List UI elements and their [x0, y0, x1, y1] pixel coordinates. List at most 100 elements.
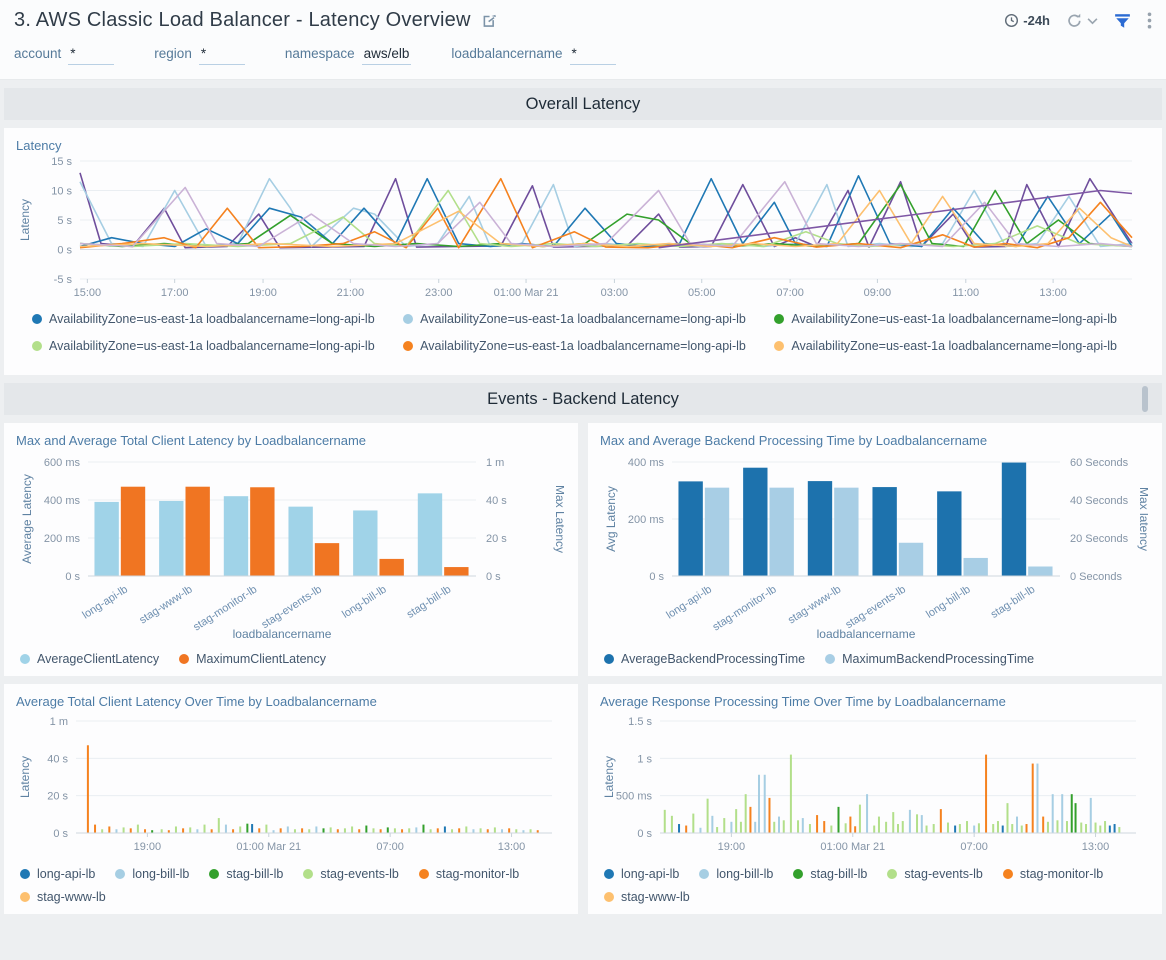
- legend-item[interactable]: long-api-lb: [604, 867, 679, 881]
- svg-text:20 s: 20 s: [47, 791, 68, 803]
- legend-dot: [403, 314, 413, 324]
- svg-text:01:00 Mar 21: 01:00 Mar 21: [236, 841, 301, 853]
- legend-dot: [699, 869, 709, 879]
- svg-text:long-bill-lb: long-bill-lb: [340, 583, 389, 620]
- overall-latency-chart[interactable]: 15 s10 s5 s0 s-5 sLatency15:0017:0019:00…: [16, 155, 1150, 305]
- svg-text:0 s: 0 s: [649, 571, 664, 583]
- legend-item[interactable]: long-api-lb: [20, 867, 95, 881]
- svg-text:40 Seconds: 40 Seconds: [1070, 495, 1129, 507]
- dashboard-header: 3. AWS Classic Load Balancer - Latency O…: [0, 0, 1166, 36]
- legend-item[interactable]: AvailabilityZone=us-east-1a loadbalancer…: [403, 336, 774, 356]
- legend-dot: [604, 654, 614, 664]
- filter-account[interactable]: account *: [14, 46, 114, 65]
- legend-label: AvailabilityZone=us-east-1a loadbalancer…: [49, 312, 375, 326]
- legend-label: AvailabilityZone=us-east-1a loadbalancer…: [791, 339, 1117, 353]
- legend-item[interactable]: long-bill-lb: [115, 867, 189, 881]
- filter-value-input[interactable]: *: [68, 46, 114, 65]
- filter-region[interactable]: region *: [154, 46, 245, 65]
- svg-text:19:00: 19:00: [718, 841, 746, 853]
- refresh-button[interactable]: [1066, 12, 1098, 29]
- filter-icon[interactable]: [1114, 13, 1131, 29]
- panel-title: Average Response Processing Time Over Ti…: [600, 694, 1150, 709]
- svg-text:19:00: 19:00: [249, 287, 277, 299]
- legend-dot: [115, 869, 125, 879]
- response-processing-time-chart[interactable]: 0 s500 ms1 s1.5 sLatency19:0001:00 Mar 2…: [600, 711, 1150, 861]
- legend-label: long-bill-lb: [132, 867, 189, 881]
- legend-item[interactable]: stag-bill-lb: [793, 867, 867, 881]
- legend-label: AvailabilityZone=us-east-1a loadbalancer…: [420, 312, 746, 326]
- svg-text:20 Seconds: 20 Seconds: [1070, 533, 1129, 545]
- legend-label: stag-monitor-lb: [1020, 867, 1103, 881]
- legend-item[interactable]: stag-monitor-lb: [1003, 867, 1103, 881]
- legend-item[interactable]: stag-monitor-lb: [419, 867, 519, 881]
- svg-text:0 s: 0 s: [53, 828, 68, 840]
- svg-text:03:00: 03:00: [601, 287, 629, 299]
- legend-item[interactable]: stag-bill-lb: [209, 867, 283, 881]
- legend-dot: [32, 314, 42, 324]
- svg-text:15 s: 15 s: [51, 156, 72, 168]
- svg-text:200 ms: 200 ms: [44, 533, 81, 545]
- time-range-button[interactable]: -24h: [1004, 13, 1050, 28]
- filter-value-input[interactable]: *: [199, 46, 245, 65]
- legend-item[interactable]: AvailabilityZone=us-east-1a loadbalancer…: [32, 363, 403, 365]
- legend-dot: [20, 892, 30, 902]
- panel-title: Latency: [16, 138, 1150, 153]
- filter-value-input[interactable]: aws/elb: [362, 46, 412, 65]
- section-header-events-backend-latency: Events - Backend Latency: [4, 383, 1162, 415]
- svg-text:long-bill-lb: long-bill-lb: [924, 583, 973, 620]
- client-latency-bar-chart[interactable]: 0 s200 ms400 ms600 ms0 s20 s40 s1 mAvera…: [16, 450, 566, 646]
- time-range-value: -24h: [1023, 13, 1050, 28]
- legend-item[interactable]: stag-www-lb: [604, 890, 690, 904]
- legend-item[interactable]: long-bill-lb: [699, 867, 773, 881]
- legend-item[interactable]: MaximumClientLatency: [179, 652, 326, 666]
- legend-item[interactable]: AvailabilityZone=us-east-1a loadbalancer…: [32, 309, 403, 329]
- share-icon[interactable]: [481, 12, 499, 30]
- legend-item[interactable]: stag-events-lb: [303, 867, 399, 881]
- svg-text:400 ms: 400 ms: [44, 495, 81, 507]
- legend-item[interactable]: AvailabilityZone=us-east-1a loadbalancer…: [774, 336, 1145, 356]
- backend-processing-bar-chart[interactable]: 0 s200 ms400 ms0 Seconds20 Seconds40 Sec…: [600, 450, 1150, 646]
- svg-text:11:00: 11:00: [952, 287, 979, 299]
- panel-client-latency-over-time: Average Total Client Latency Over Time b…: [4, 684, 578, 914]
- legend-item[interactable]: stag-www-lb: [20, 890, 106, 904]
- svg-text:stag-bill-lb: stag-bill-lb: [989, 583, 1038, 620]
- legend-item[interactable]: AverageBackendProcessingTime: [604, 652, 805, 666]
- filter-value-input[interactable]: *: [570, 46, 616, 65]
- legend-dot: [303, 869, 313, 879]
- svg-text:21:00: 21:00: [337, 287, 365, 299]
- legend-item[interactable]: AverageClientLatency: [20, 652, 159, 666]
- filter-label: region: [154, 46, 192, 61]
- page-title: 3. AWS Classic Load Balancer - Latency O…: [14, 9, 471, 32]
- legend-item[interactable]: stag-events-lb: [887, 867, 983, 881]
- legend-label: stag-monitor-lb: [436, 867, 519, 881]
- legend-label: stag-www-lb: [621, 890, 690, 904]
- legend-dot: [887, 869, 897, 879]
- legend-scrollbar[interactable]: [1142, 386, 1148, 412]
- legend-dot: [1003, 869, 1013, 879]
- svg-text:13:00: 13:00: [1082, 841, 1110, 853]
- panel-overall-latency: Latency 15 s10 s5 s0 s-5 sLatency15:0017…: [4, 128, 1162, 375]
- svg-text:13:00: 13:00: [498, 841, 526, 853]
- svg-text:Latency: Latency: [602, 756, 616, 798]
- svg-text:200 ms: 200 ms: [628, 514, 665, 526]
- svg-text:500 ms: 500 ms: [616, 791, 653, 803]
- filter-loadbalancername[interactable]: loadbalancername *: [451, 46, 615, 65]
- kebab-menu-icon[interactable]: [1147, 12, 1152, 29]
- overall-latency-legend: AvailabilityZone=us-east-1a loadbalancer…: [16, 309, 1150, 365]
- legend-item[interactable]: MaximumBackendProcessingTime: [825, 652, 1034, 666]
- legend-item[interactable]: AvailabilityZone=us-east-1a loadbalancer…: [774, 309, 1145, 329]
- svg-text:Latency: Latency: [18, 199, 32, 241]
- svg-text:stag-monitor-lb: stag-monitor-lb: [191, 583, 259, 633]
- svg-text:17:00: 17:00: [161, 287, 189, 299]
- svg-text:stag-events-lb: stag-events-lb: [259, 583, 323, 631]
- legend-item[interactable]: AvailabilityZone=us-east-1a loadbalancer…: [32, 336, 403, 356]
- chevron-down-icon: [1087, 17, 1098, 25]
- legend-item[interactable]: AvailabilityZone=us-east-1a loadbalancer…: [403, 363, 774, 365]
- panel-client-latency-by-lb: Max and Average Total Client Latency by …: [4, 423, 578, 676]
- legend-label: AverageClientLatency: [37, 652, 159, 666]
- legend-dot: [825, 654, 835, 664]
- legend-item[interactable]: AvailabilityZone=us-east-1a loadbalancer…: [403, 309, 774, 329]
- client-latency-time-chart[interactable]: 0 s20 s40 s1 mLatency19:0001:00 Mar 2107…: [16, 711, 566, 861]
- legend-label: AvailabilityZone=us-east-1a loadbalancer…: [49, 339, 375, 353]
- filter-namespace[interactable]: namespace aws/elb: [285, 46, 412, 65]
